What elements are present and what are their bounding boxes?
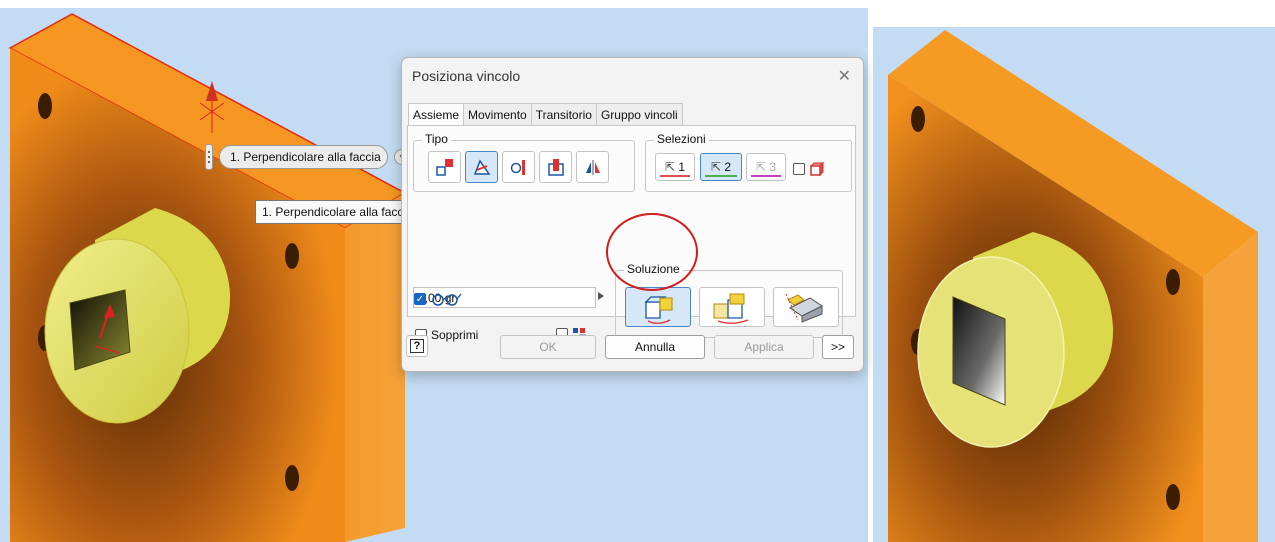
- cancel-button[interactable]: Annulla: [605, 335, 705, 359]
- tipo-label: Tipo: [422, 132, 451, 146]
- apply-label: Applica: [744, 340, 784, 354]
- mount-hole: [285, 243, 299, 269]
- pointer-icon: ⇱: [664, 160, 676, 174]
- tooltip: 1. Perpendicolare alla faccia: [255, 200, 420, 224]
- mount-hole: [285, 465, 299, 491]
- perpendicular-solution-icon: [644, 296, 673, 324]
- apply-button[interactable]: Applica: [714, 335, 814, 359]
- selection-1-button[interactable]: ⇱ 1: [655, 153, 695, 181]
- mate-constraint-icon: [435, 159, 453, 176]
- expand-label: >>: [830, 340, 845, 354]
- first-occurrence-toggle[interactable]: [793, 161, 825, 177]
- solution-opposed-button[interactable]: [699, 287, 765, 327]
- tab-strip: Assieme Movimento Transitorio Gruppo vin…: [408, 103, 683, 126]
- tab-movimento[interactable]: Movimento: [463, 103, 532, 125]
- pointer-icon: ⇱: [755, 160, 767, 174]
- tab-gruppo-vincoli[interactable]: Gruppo vincoli: [595, 103, 683, 125]
- solution-select[interactable]: 1. Perpendicolare alla faccia: [219, 145, 388, 169]
- mate-constraint-button[interactable]: [428, 151, 461, 183]
- place-constraint-dialog: Posiziona vincolo ✕ Assieme Movimento Tr…: [401, 57, 864, 372]
- tangent-constraint-icon: [510, 160, 525, 175]
- right-viewport[interactable]: [873, 27, 1275, 542]
- right-model-canvas: [888, 30, 1258, 542]
- angle-constraint-icon: [473, 159, 490, 175]
- cancel-label: Annulla: [634, 340, 676, 354]
- undirected-solution-icon: [785, 293, 823, 323]
- pointer-icon: ⇱: [710, 160, 722, 174]
- symmetry-constraint-button[interactable]: [576, 151, 609, 183]
- tooltip-text: 1. Perpendicolare alla faccia: [262, 205, 413, 219]
- preview-toggle[interactable]: ✓: [414, 292, 464, 306]
- solution-perpendicular-button[interactable]: [625, 287, 691, 327]
- tangent-constraint-button[interactable]: [502, 151, 535, 183]
- mount-hole: [1166, 484, 1180, 510]
- angle-flyout-arrow-icon[interactable]: [598, 292, 604, 300]
- grip-handle[interactable]: [205, 144, 213, 170]
- glasses-icon: [432, 293, 462, 306]
- selection-2-button[interactable]: ⇱ 2: [700, 153, 742, 181]
- selection-3-button[interactable]: ⇱ 3: [746, 153, 786, 181]
- help-icon: ?: [409, 339, 425, 353]
- solution-select-label: 1. Perpendicolare alla faccia: [230, 150, 381, 164]
- insert-constraint-button[interactable]: [539, 151, 572, 183]
- expand-button[interactable]: >>: [822, 335, 854, 359]
- selection-2-label: 2: [724, 160, 732, 174]
- angle-constraint-button[interactable]: [465, 151, 498, 183]
- opposed-solution-icon: [713, 293, 749, 324]
- tab-assieme[interactable]: Assieme: [408, 103, 465, 126]
- soluzione-label: Soluzione: [624, 262, 683, 276]
- plate-right-face: [345, 193, 405, 542]
- plate-right-face: [1203, 232, 1258, 542]
- preview-checkbox[interactable]: ✓: [414, 293, 426, 305]
- mini-toolbar[interactable]: 1. Perpendicolare alla faccia ▼: [205, 144, 410, 170]
- selection-3-label: 3: [769, 160, 777, 174]
- ok-label: OK: [539, 340, 557, 354]
- cube-pick-icon: [809, 161, 825, 177]
- first-occurrence-checkbox[interactable]: [793, 163, 805, 175]
- symmetry-constraint-icon: [585, 160, 600, 175]
- mount-hole: [38, 93, 52, 119]
- solution-undirected-button[interactable]: [773, 287, 839, 327]
- selezioni-label: Selezioni: [654, 132, 709, 146]
- insert-constraint-icon: [547, 159, 564, 176]
- tab-transitorio[interactable]: Transitorio: [530, 103, 597, 125]
- close-icon[interactable]: ✕: [838, 66, 851, 86]
- tab-panel: Tipo Selezioni ⇱ 1 ⇱ 2 ⇱ 3 Soluzione 0,0…: [407, 125, 856, 342]
- help-button[interactable]: ?: [406, 335, 428, 357]
- mount-hole: [911, 106, 925, 132]
- ok-button[interactable]: OK: [500, 335, 596, 359]
- mount-hole: [1166, 269, 1180, 295]
- selection-1-label: 1: [678, 160, 686, 174]
- dialog-title: Posiziona vincolo: [412, 68, 521, 84]
- sopprimi-label: Sopprimi: [431, 328, 479, 342]
